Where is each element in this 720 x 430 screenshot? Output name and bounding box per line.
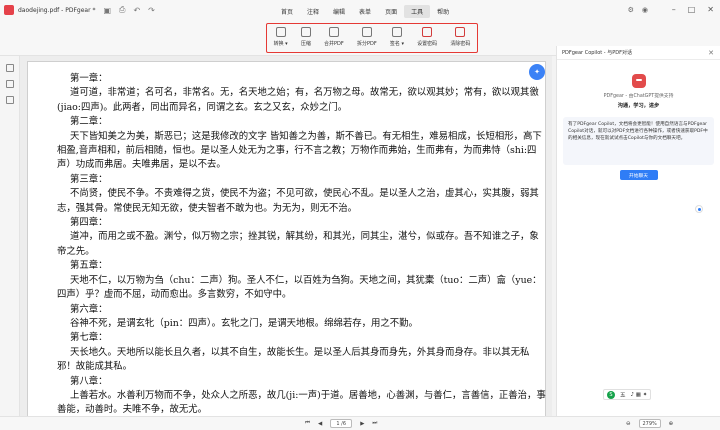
save-icon[interactable]: ▣: [103, 6, 111, 15]
minimize-icon[interactable]: –: [672, 5, 676, 14]
user-icon[interactable]: ◉: [642, 6, 648, 14]
remove-password-button[interactable]: 清除密码: [450, 27, 470, 47]
tools-group-highlight: 转换 ▾ 压缩 合并PDF 拆分PDF 签名 ▾ 设置密码 清除密码: [266, 23, 478, 53]
chapter-heading: 第五章：: [70, 260, 108, 272]
sogou-icon: S: [607, 390, 615, 399]
pdf-page: 第一章： 道可道，非常道；名可名，非常名。无，名天地之始；有，名万物之母。故常无，…: [27, 61, 546, 416]
set-password-label: 设置密码: [417, 41, 438, 47]
ime-mode-label: 五: [620, 392, 626, 399]
first-page-icon[interactable]: ⏮: [305, 420, 310, 427]
merge-label: 合并PDF: [324, 41, 344, 47]
ime-toolbar[interactable]: S 五 ♪ ▦ ✦: [603, 389, 652, 400]
menu-page[interactable]: 页面: [378, 5, 404, 18]
set-password-button[interactable]: 设置密码: [417, 27, 437, 47]
file-name: daodejing.pdf - PDFgear *: [18, 6, 96, 14]
copilot-close-icon[interactable]: ✕: [708, 49, 714, 57]
convert-label: 转换 ▾: [273, 41, 288, 47]
ime-glyphs: ♪ ▦ ✦: [630, 391, 648, 398]
merge-icon: [328, 27, 339, 37]
status-bar: ⏮ ◀ 1 /6 ▶ ⏭ ⊖ 279% ⊕: [0, 416, 720, 430]
copilot-robot-icon: [631, 74, 646, 88]
prev-page-icon[interactable]: ◀: [318, 421, 322, 427]
pdfgear-window: daodejing.pdf - PDFgear * ▣ ⎙ ↶ ↷ 首页 注释 …: [0, 0, 720, 430]
menu-help[interactable]: 帮助: [430, 5, 456, 18]
document-viewer[interactable]: 第一章： 道可道，非常道；名可名，非常名。无，名天地之始；有，名万物之母。故常无，…: [20, 56, 552, 416]
assistant-bubble-icon[interactable]: [695, 205, 703, 213]
print-icon[interactable]: ⎙: [119, 5, 125, 15]
split-icon: [361, 27, 372, 37]
signature-label: 签名 ▾: [389, 41, 404, 47]
signature-icon: [391, 27, 402, 37]
copilot-panel: PDFgear Copilot - 与PDF对话 ✕ PDFgear - 由Ch…: [556, 46, 720, 416]
chapter-heading: 第七章：: [70, 332, 108, 344]
pdfgear-logo-icon: [4, 5, 14, 15]
next-page-icon[interactable]: ▶: [360, 421, 364, 427]
lock-icon: [422, 27, 433, 37]
chapter-heading: 第四章：: [70, 217, 108, 229]
settings-icon[interactable]: ⚙: [628, 6, 634, 14]
signature-button[interactable]: 签名 ▾: [390, 27, 404, 47]
unlock-icon: [455, 27, 466, 37]
page-text: 第一章： 道可道，非常道；名可名，非常名。无，名天地之始；有，名万物之母。故常无，…: [57, 72, 547, 416]
titlebar-right-tools: ⚙ ◉: [628, 6, 648, 14]
copilot-header-title: PDFgear Copilot - 与PDF对话: [562, 50, 632, 56]
main-menu: 首页 注释 编辑 表单 页面 工具 帮助: [274, 5, 456, 18]
bookmarks-icon[interactable]: [5, 80, 14, 88]
close-icon[interactable]: ✕: [707, 5, 714, 14]
remove-password-label: 清除密码: [450, 41, 471, 47]
convert-icon: [275, 27, 286, 37]
zoom-out-icon[interactable]: ⊖: [626, 421, 631, 427]
paragraph: 上善若水。水善利万物而不争，处众人之所恶，故几(ji:一声)于道。居善地，心善渊…: [57, 389, 546, 416]
chapter-heading: 第八章：: [70, 375, 108, 387]
start-chat-button[interactable]: 开始聊天: [619, 170, 658, 180]
split-pdf-button[interactable]: 拆分PDF: [357, 27, 377, 47]
zoom-controls: ⊖ 279% ⊕: [626, 419, 673, 428]
paragraph: 天长地久。天地所以能长且久者，以其不自生，故能长生。是以圣人后其身而身先，外其身…: [57, 346, 530, 373]
split-label: 拆分PDF: [356, 41, 377, 47]
thumbnails-icon[interactable]: [5, 64, 14, 72]
copilot-description: 有了PDFgear Copilot，文档将会更智能！使用自然语言与PDFgear…: [563, 117, 714, 165]
paragraph: 道冲，而用之或不盈。渊兮，似万物之宗；挫其锐，解其纷，和其光，同其尘，湛兮，似或…: [57, 231, 539, 257]
copilot-header: PDFgear Copilot - 与PDF对话 ✕: [557, 46, 720, 60]
redo-icon[interactable]: ↷: [148, 6, 155, 15]
chapter-heading: 第三章：: [70, 173, 108, 185]
comments-icon[interactable]: [5, 96, 14, 104]
menu-edit[interactable]: 编辑: [326, 5, 352, 18]
copilot-tagline: 沟通，学习，进步: [617, 103, 660, 109]
copilot-float-icon[interactable]: ✦: [529, 64, 545, 80]
chapter-heading: 第二章：: [70, 116, 108, 128]
last-page-icon[interactable]: ⏭: [372, 420, 377, 427]
compress-label: 压缩: [300, 41, 311, 47]
paragraph: 谷神不死，是谓玄牝（pin：四声）。玄牝之门，是谓天地根。绵绵若存，用之不勤。: [70, 317, 418, 329]
page-number-input[interactable]: 1 /6: [330, 419, 353, 428]
compress-button[interactable]: 压缩: [300, 27, 311, 47]
menu-annotate[interactable]: 注释: [300, 5, 326, 18]
page-navigation: ⏮ ◀ 1 /6 ▶ ⏭: [305, 419, 377, 428]
convert-button[interactable]: 转换 ▾: [274, 27, 288, 47]
menu-home[interactable]: 首页: [274, 5, 300, 18]
chapter-heading: 第六章：: [70, 303, 108, 315]
window-controls: – □ ✕: [672, 5, 714, 14]
menu-form[interactable]: 表单: [352, 5, 378, 18]
paragraph: 天地不仁，以万物为刍（chu：二声）狗。圣人不仁，以百姓为刍狗。天地之间，其犹橐…: [57, 274, 542, 301]
menu-tools[interactable]: 工具: [404, 5, 431, 18]
undo-icon[interactable]: ↶: [133, 6, 140, 15]
copilot-subtitle: PDFgear - 由ChatGPT提供支持: [603, 94, 674, 99]
merge-pdf-button[interactable]: 合并PDF: [324, 27, 344, 47]
paragraph: 不尚贤，使民不争。不贵难得之货，使民不为盗；不见可欲，使民心不乱。是以圣人之治，…: [57, 188, 539, 214]
chapter-heading: 第一章：: [70, 73, 108, 84]
zoom-level[interactable]: 279%: [638, 419, 661, 428]
paragraph: 道可道，非常道；名可名，非常名。无，名天地之始；有，名万物之母。故常无，欲以观其…: [57, 87, 539, 113]
zoom-in-icon[interactable]: ⊕: [669, 421, 674, 427]
paragraph: 天下皆知美之为美，斯恶已；这是我修改的文字 皆知善之为善，斯不善已。有无相生，难…: [57, 130, 542, 171]
left-sidebar: [0, 56, 20, 416]
maximize-icon[interactable]: □: [688, 5, 696, 14]
compress-icon: [300, 27, 311, 37]
